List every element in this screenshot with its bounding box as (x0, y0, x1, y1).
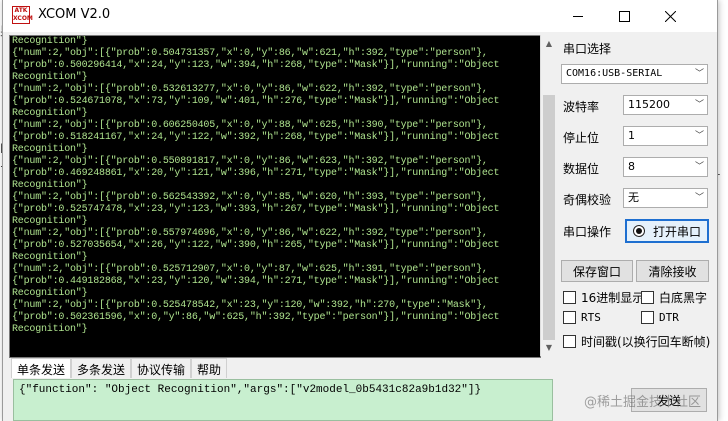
tab-protocol[interactable]: 协议传输 (131, 358, 192, 378)
databit-select[interactable]: 8 ﹀ (623, 157, 708, 177)
tab-help[interactable]: 帮助 (191, 358, 228, 378)
clear-receive-button[interactable]: 清除接收 (636, 260, 709, 282)
databit-select-value: 8 (628, 160, 635, 173)
open-port-label: 打开串口 (652, 224, 701, 239)
scroll-up-arrow-icon[interactable]: ▲ (541, 35, 557, 52)
white-bg-checkbox[interactable]: 白底黑字 (641, 289, 707, 306)
rts-label: RTS (581, 311, 601, 324)
rts-checkbox[interactable]: RTS (563, 311, 601, 324)
checkbox-box[interactable] (641, 291, 654, 304)
timestamp-label: 时间戳(以换行回车断帧) (581, 335, 711, 349)
parity-label: 奇偶校验 (563, 193, 612, 207)
chevron-down-icon: ﹀ (694, 100, 704, 110)
chevron-down-icon: ﹀ (694, 162, 704, 172)
hex-display-checkbox[interactable]: 16进制显示 (563, 289, 644, 306)
minimize-button[interactable] (555, 0, 601, 32)
send-input[interactable]: {"function": "Object Recognition","args"… (13, 379, 553, 421)
port-select-value: COM16:USB-SERIAL (566, 68, 663, 79)
port-op-label: 串口操作 (563, 225, 612, 239)
baud-label: 波特率 (563, 100, 600, 114)
save-window-button[interactable]: 保存窗口 (561, 260, 633, 282)
chevron-down-icon: ﹀ (694, 193, 704, 203)
stopbit-select-value: 1 (628, 129, 635, 142)
port-status-radio-icon (632, 225, 645, 237)
dtr-label: DTR (659, 311, 679, 324)
send-tabs: 单条发送 多条发送 协议传输 帮助 (11, 358, 228, 378)
parity-select[interactable]: 无 ﹀ (623, 188, 708, 208)
checkbox-box[interactable] (563, 291, 576, 304)
parity-select-value: 无 (628, 191, 639, 204)
receive-terminal[interactable]: Recognition"} {"num":2,"obj":[{"prob":0.… (9, 35, 541, 358)
baud-select-value: 115200 (628, 98, 670, 111)
chevron-down-icon: ﹀ (694, 69, 704, 79)
maximize-icon (618, 10, 630, 22)
hex-display-label: 16进制显示 (581, 291, 645, 305)
tab-single-send[interactable]: 单条发送 (11, 358, 72, 378)
tab-multi-send[interactable]: 多条发送 (71, 358, 132, 378)
stopbit-label: 停止位 (563, 131, 600, 145)
close-icon (664, 10, 676, 22)
receive-text: Recognition"} {"num":2,"obj":[{"prob":0.… (12, 36, 500, 335)
scroll-thumb[interactable] (543, 95, 555, 340)
send-input-text: {"function": "Object Recognition","args"… (19, 384, 482, 396)
maximize-button[interactable] (601, 0, 647, 32)
checkbox-box[interactable] (563, 335, 576, 348)
close-button[interactable] (647, 0, 693, 32)
title-bar: ATK XCOM XCOM V2.0 (3, 0, 717, 32)
window-title: XCOM V2.0 (38, 7, 111, 22)
app-logo-icon: ATK XCOM (12, 6, 33, 24)
databit-label: 数据位 (563, 162, 600, 176)
baud-select[interactable]: 115200 ﹀ (623, 95, 708, 115)
chevron-down-icon: ﹀ (694, 131, 704, 141)
minimize-icon (573, 15, 583, 17)
white-bg-label: 白底黑字 (659, 291, 708, 305)
xcom-window: ATK XCOM XCOM V2.0 Recognition"} {"num":2… (2, 0, 718, 421)
scroll-down-arrow-icon[interactable]: ▼ (541, 339, 557, 356)
checkbox-box[interactable] (563, 311, 576, 324)
port-select-label: 串口选择 (563, 42, 612, 56)
stopbit-select[interactable]: 1 ﹀ (623, 126, 708, 146)
open-port-button[interactable]: 打开串口 (625, 219, 709, 243)
watermark: @稀土掘金技术社区 (584, 395, 702, 410)
port-select[interactable]: COM16:USB-SERIAL ﹀ (561, 64, 708, 84)
dtr-checkbox[interactable]: DTR (641, 311, 679, 324)
checkbox-box[interactable] (641, 311, 654, 324)
timestamp-checkbox[interactable]: 时间戳(以换行回车断帧) (563, 333, 710, 350)
terminal-scrollbar[interactable]: ▲ ▼ (540, 35, 557, 356)
